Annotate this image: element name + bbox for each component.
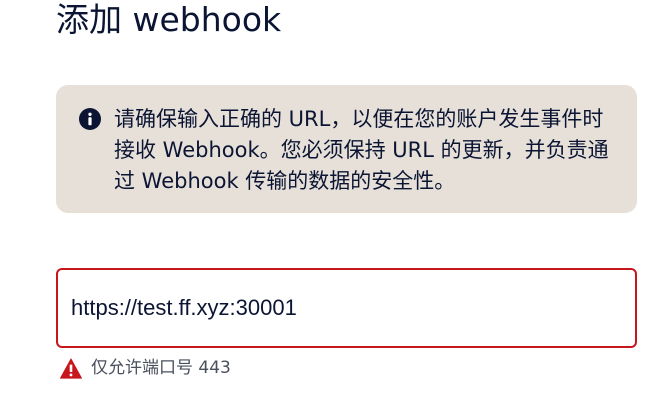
page-title: 添加 webhook	[56, 0, 282, 39]
add-webhook-page: 添加 webhook 请确保输入正确的 URL，以便在您的账户发生事件时接收 W…	[0, 0, 669, 401]
webhook-url-input[interactable]	[71, 289, 611, 327]
info-icon	[79, 108, 101, 130]
webhook-url-field[interactable]	[56, 268, 637, 348]
warning-icon	[60, 357, 82, 379]
error-text: 仅允许端口号 443	[91, 358, 231, 378]
notice-text: 请确保输入正确的 URL，以便在您的账户发生事件时接收 Webhook。您必须保…	[114, 107, 609, 193]
url-error-message: 仅允许端口号 443	[60, 356, 231, 380]
info-notice: 请确保输入正确的 URL，以便在您的账户发生事件时接收 Webhook。您必须保…	[56, 85, 637, 213]
